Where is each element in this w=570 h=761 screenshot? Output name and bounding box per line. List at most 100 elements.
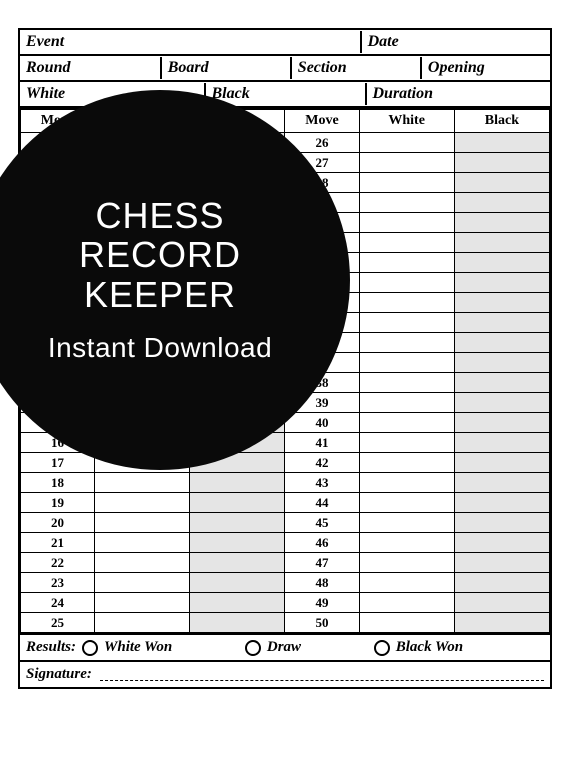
move-number-cell: 25 (21, 613, 95, 633)
move-cell[interactable] (95, 513, 190, 533)
field-round: Round (20, 57, 162, 79)
move-number-cell: 23 (21, 573, 95, 593)
radio-black-won[interactable] (374, 640, 390, 656)
move-cell[interactable] (454, 413, 549, 433)
move-number-cell: 48 (285, 573, 359, 593)
move-cell[interactable] (359, 293, 454, 313)
move-cell[interactable] (454, 293, 549, 313)
overlay-title-line2: RECORD KEEPER (0, 235, 320, 314)
move-cell[interactable] (95, 533, 190, 553)
move-cell[interactable] (454, 593, 549, 613)
move-cell[interactable] (95, 473, 190, 493)
move-cell[interactable] (359, 273, 454, 293)
move-cell[interactable] (190, 553, 285, 573)
move-cell[interactable] (190, 573, 285, 593)
move-cell[interactable] (454, 473, 549, 493)
move-cell[interactable] (359, 133, 454, 153)
move-cell[interactable] (359, 153, 454, 173)
move-cell[interactable] (359, 213, 454, 233)
label-white-won: White Won (104, 639, 172, 656)
move-cell[interactable] (454, 193, 549, 213)
move-cell[interactable] (359, 613, 454, 633)
col-white-right: White (359, 109, 454, 133)
move-cell[interactable] (359, 533, 454, 553)
move-cell[interactable] (454, 373, 549, 393)
move-cell[interactable] (359, 553, 454, 573)
move-cell[interactable] (95, 593, 190, 613)
move-cell[interactable] (190, 533, 285, 553)
signature-row: Signature: (20, 660, 550, 687)
move-cell[interactable] (454, 173, 549, 193)
move-cell[interactable] (359, 593, 454, 613)
move-cell[interactable] (454, 613, 549, 633)
move-cell[interactable] (95, 553, 190, 573)
move-cell[interactable] (359, 513, 454, 533)
move-cell[interactable] (95, 573, 190, 593)
move-cell[interactable] (454, 353, 549, 373)
move-cell[interactable] (359, 473, 454, 493)
col-move-right: Move (285, 109, 359, 133)
move-cell[interactable] (454, 253, 549, 273)
move-cell[interactable] (359, 233, 454, 253)
move-cell[interactable] (359, 453, 454, 473)
move-cell[interactable] (359, 433, 454, 453)
table-row: 2247 (21, 553, 550, 573)
move-number-cell: 44 (285, 493, 359, 513)
move-cell[interactable] (454, 333, 549, 353)
move-cell[interactable] (454, 573, 549, 593)
move-cell[interactable] (454, 393, 549, 413)
move-cell[interactable] (95, 493, 190, 513)
move-cell[interactable] (454, 273, 549, 293)
move-cell[interactable] (359, 353, 454, 373)
move-cell[interactable] (454, 513, 549, 533)
move-number-cell: 41 (285, 433, 359, 453)
move-cell[interactable] (190, 513, 285, 533)
move-cell[interactable] (95, 613, 190, 633)
move-cell[interactable] (190, 473, 285, 493)
radio-white-won[interactable] (82, 640, 98, 656)
move-number-cell: 42 (285, 453, 359, 473)
move-cell[interactable] (359, 393, 454, 413)
move-cell[interactable] (454, 553, 549, 573)
overlay-title: CHESS RECORD KEEPER (0, 196, 320, 315)
move-cell[interactable] (454, 433, 549, 453)
move-number-cell: 18 (21, 473, 95, 493)
move-cell[interactable] (454, 133, 549, 153)
table-row: 2146 (21, 533, 550, 553)
signature-line[interactable] (100, 669, 544, 681)
move-cell[interactable] (454, 493, 549, 513)
move-cell[interactable] (359, 313, 454, 333)
move-cell[interactable] (454, 313, 549, 333)
move-cell[interactable] (359, 253, 454, 273)
move-cell[interactable] (454, 153, 549, 173)
col-black-right: Black (454, 109, 549, 133)
table-row: 23 48 (21, 573, 550, 593)
field-opening: Opening (422, 57, 550, 79)
move-cell[interactable] (359, 573, 454, 593)
header-row-2: Round Board Section Opening (20, 56, 550, 82)
table-row: 1944 (21, 493, 550, 513)
move-cell[interactable] (190, 593, 285, 613)
field-black-player: Black (206, 83, 367, 105)
table-row: 2449 (21, 593, 550, 613)
move-cell[interactable] (190, 493, 285, 513)
table-row: 2045 (21, 513, 550, 533)
move-cell[interactable] (454, 533, 549, 553)
overlay-title-line1: CHESS (0, 196, 320, 236)
move-cell[interactable] (359, 413, 454, 433)
move-cell[interactable] (454, 233, 549, 253)
move-number-cell: 50 (285, 613, 359, 633)
label-draw: Draw (267, 639, 301, 656)
move-cell[interactable] (454, 213, 549, 233)
move-cell[interactable] (190, 613, 285, 633)
move-cell[interactable] (359, 173, 454, 193)
move-cell[interactable] (359, 373, 454, 393)
page-title-partial (0, 0, 570, 22)
radio-draw[interactable] (245, 640, 261, 656)
move-cell[interactable] (359, 193, 454, 213)
move-cell[interactable] (454, 453, 549, 473)
move-cell[interactable] (359, 493, 454, 513)
results-row: Results: White Won Draw Black Won (20, 633, 550, 660)
field-section: Section (292, 57, 422, 79)
move-cell[interactable] (359, 333, 454, 353)
